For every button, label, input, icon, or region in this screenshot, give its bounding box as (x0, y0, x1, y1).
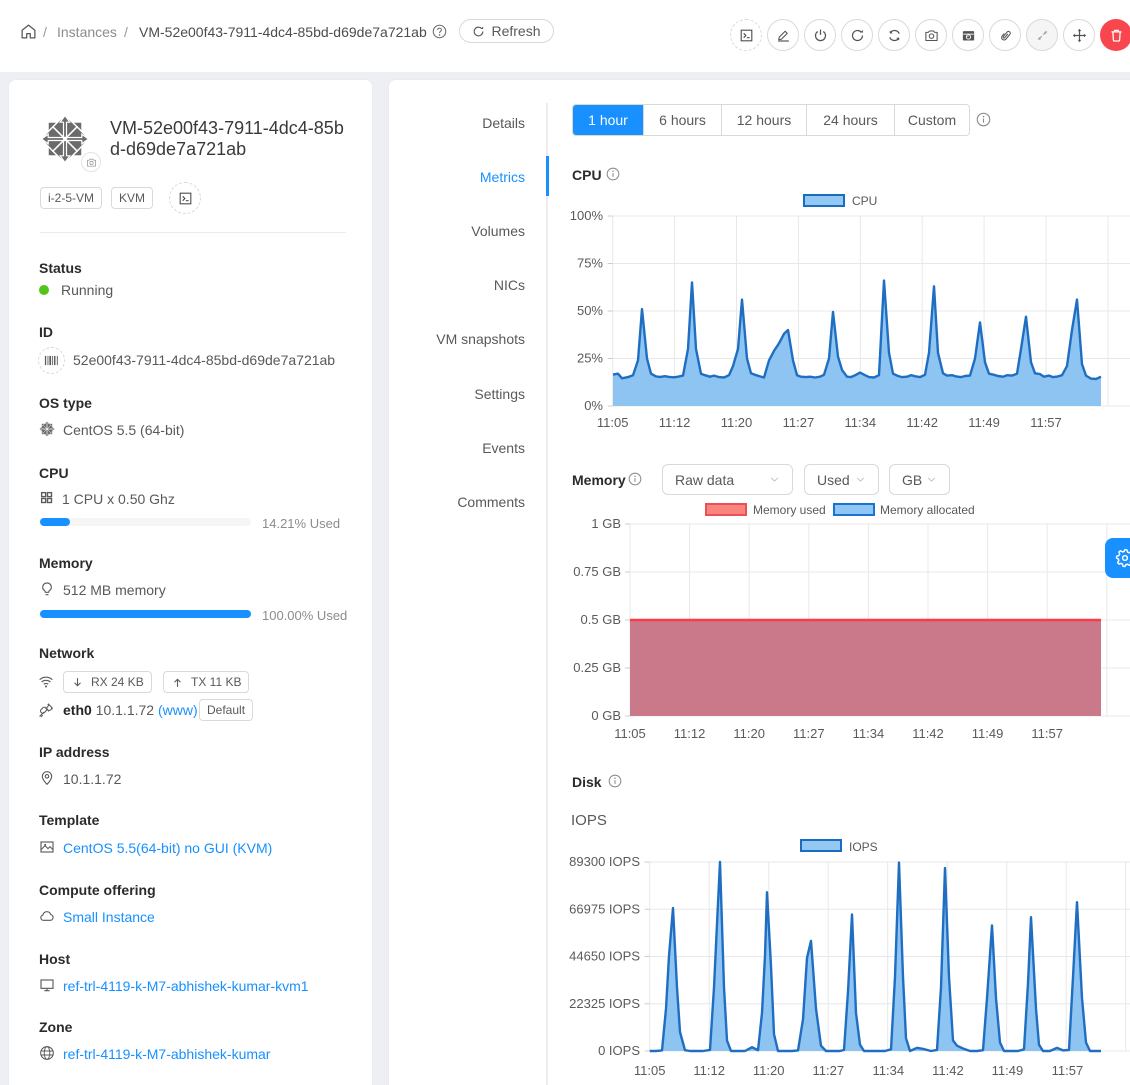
svg-text:11:49: 11:49 (992, 1063, 1024, 1078)
svg-text:100%: 100% (570, 208, 604, 223)
svg-text:44650 IOPS: 44650 IOPS (569, 949, 640, 964)
svg-text:11:27: 11:27 (793, 726, 825, 741)
svg-text:11:27: 11:27 (813, 1063, 845, 1078)
svg-text:11:42: 11:42 (906, 415, 938, 430)
svg-text:11:49: 11:49 (968, 415, 1000, 430)
svg-text:1 GB: 1 GB (591, 516, 621, 531)
svg-text:75%: 75% (577, 256, 603, 271)
svg-text:11:12: 11:12 (693, 1063, 725, 1078)
svg-text:25%: 25% (577, 351, 603, 366)
svg-text:0%: 0% (584, 398, 603, 413)
svg-text:50%: 50% (577, 303, 603, 318)
svg-text:11:20: 11:20 (753, 1063, 785, 1078)
svg-text:11:34: 11:34 (853, 726, 885, 741)
svg-text:11:57: 11:57 (1052, 1063, 1084, 1078)
svg-text:11:57: 11:57 (1031, 726, 1063, 741)
svg-text:11:05: 11:05 (614, 726, 646, 741)
svg-text:11:49: 11:49 (972, 726, 1004, 741)
svg-text:89300 IOPS: 89300 IOPS (569, 854, 640, 869)
svg-text:11:20: 11:20 (733, 726, 765, 741)
svg-text:0 GB: 0 GB (591, 708, 621, 723)
svg-text:11:42: 11:42 (912, 726, 944, 741)
svg-text:0.75 GB: 0.75 GB (573, 564, 621, 579)
svg-text:11:20: 11:20 (721, 415, 753, 430)
svg-text:0 IOPS: 0 IOPS (598, 1043, 640, 1058)
svg-text:11:42: 11:42 (932, 1063, 964, 1078)
svg-text:11:12: 11:12 (674, 726, 706, 741)
svg-text:11:05: 11:05 (634, 1063, 666, 1078)
svg-text:0.25 GB: 0.25 GB (573, 660, 621, 675)
svg-text:11:34: 11:34 (845, 415, 877, 430)
svg-text:11:57: 11:57 (1030, 415, 1062, 430)
svg-text:66975 IOPS: 66975 IOPS (569, 902, 640, 917)
svg-text:11:12: 11:12 (659, 415, 691, 430)
svg-text:22325 IOPS: 22325 IOPS (569, 996, 640, 1011)
svg-text:0.5 GB: 0.5 GB (581, 612, 621, 627)
svg-text:11:05: 11:05 (597, 415, 629, 430)
svg-text:11:34: 11:34 (873, 1063, 905, 1078)
svg-text:11:27: 11:27 (783, 415, 815, 430)
